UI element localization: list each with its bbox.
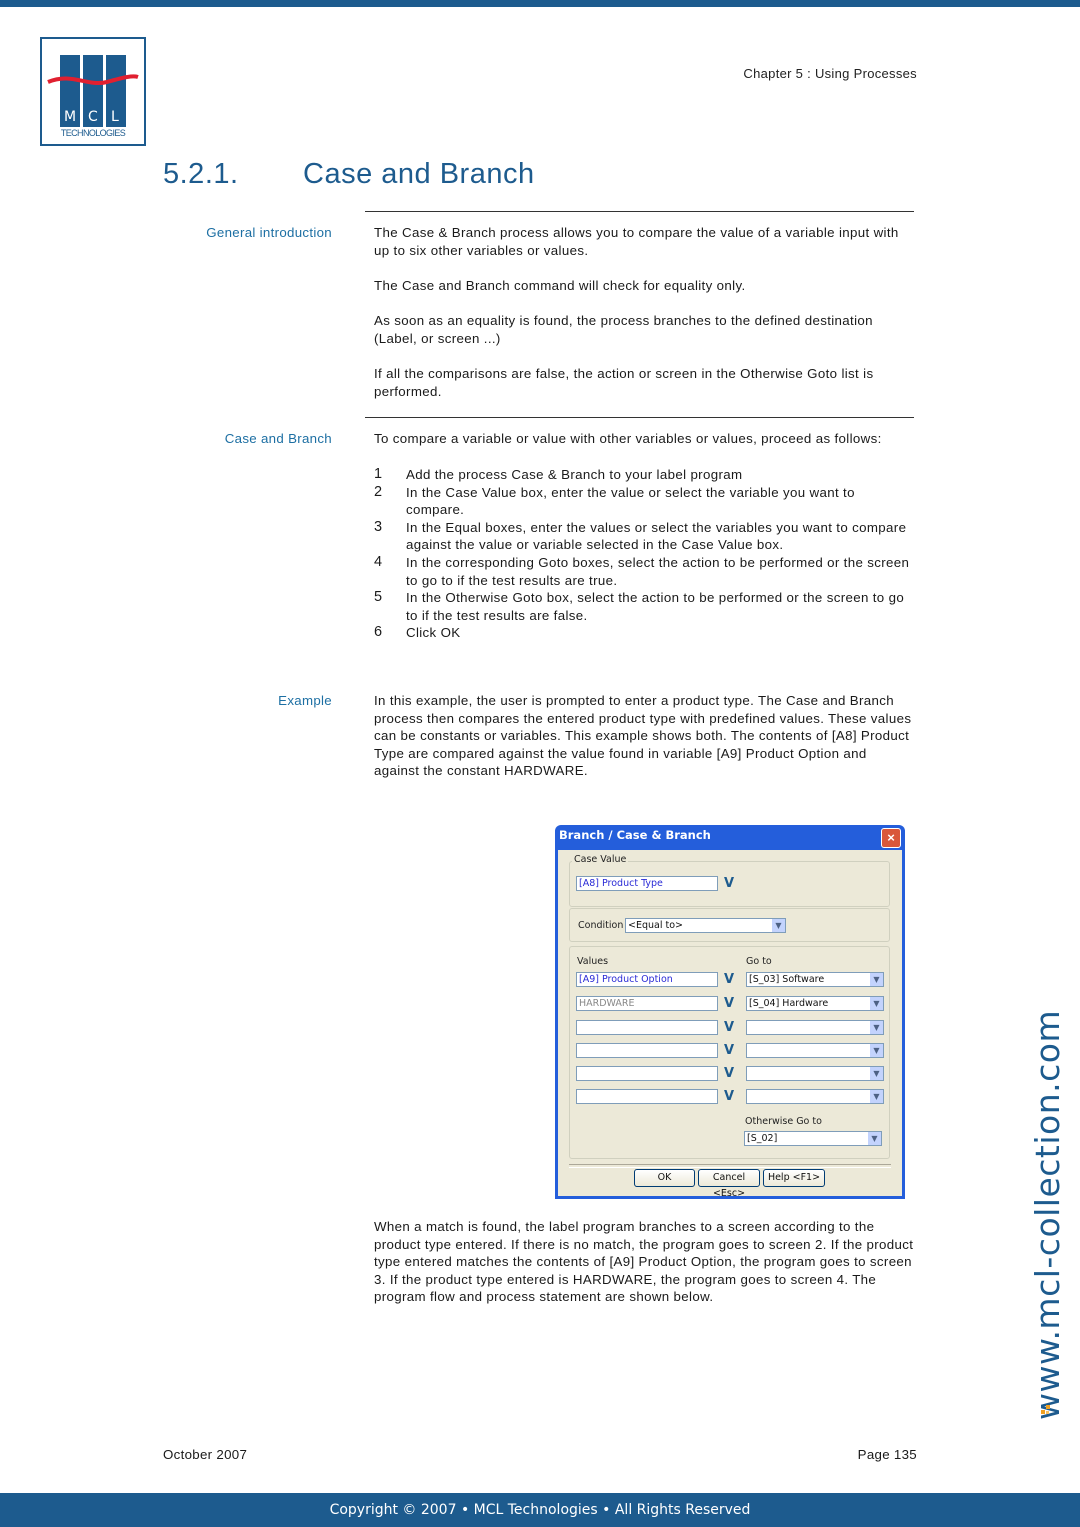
variable-select-icon[interactable]: V xyxy=(722,1089,736,1104)
chevron-down-icon[interactable]: ▼ xyxy=(870,1044,883,1057)
goto-value: [S_04] Hardware xyxy=(749,998,829,1009)
watermark-dots-icon xyxy=(1041,1405,1050,1414)
dialog-body: Case Value [A8] Product Type V Condition… xyxy=(558,850,902,1199)
condition-value: <Equal to> xyxy=(628,920,683,931)
variable-select-icon[interactable]: V xyxy=(722,876,736,891)
section-title: Case and Branch xyxy=(303,158,535,190)
top-bar xyxy=(0,0,1080,7)
chapter-header: Chapter 5 : Using Processes xyxy=(743,66,917,81)
value-input-2[interactable]: HARDWARE xyxy=(576,996,718,1011)
chevron-down-icon[interactable]: ▼ xyxy=(870,1067,883,1080)
footer-date: October 2007 xyxy=(163,1447,248,1462)
step-number: 5 xyxy=(374,589,383,606)
case-value-input[interactable]: [A8] Product Type xyxy=(576,876,718,891)
goto-value: [S_03] Software xyxy=(749,974,825,985)
chevron-down-icon[interactable]: ▼ xyxy=(870,1090,883,1103)
variable-select-icon[interactable]: V xyxy=(722,1020,736,1035)
variable-select-icon[interactable]: V xyxy=(722,972,736,987)
side-label-case-and-branch: Case and Branch xyxy=(224,431,332,446)
variable-select-icon[interactable]: V xyxy=(722,1043,736,1058)
side-label-example: Example xyxy=(278,693,332,708)
svg-text:M: M xyxy=(64,109,76,125)
step-number: 6 xyxy=(374,624,383,641)
values-label: Values xyxy=(577,956,609,967)
section-number: 5.2.1. xyxy=(163,158,239,190)
svg-text:L: L xyxy=(111,109,119,125)
mcl-logo: M C L TECHNOLOGIES xyxy=(40,37,146,146)
case-value-label: Case Value xyxy=(572,854,629,865)
page-number: Page 135 xyxy=(857,1447,917,1462)
dialog-title: Branch / Case & Branch xyxy=(559,828,711,842)
steps-intro: To compare a variable or value with othe… xyxy=(374,431,882,446)
steps-list: 1 Add the process Case & Branch to your l… xyxy=(374,466,914,642)
step-item: 5 In the Otherwise Goto box, select the a… xyxy=(374,589,914,624)
goto-select-5[interactable]: ▼ xyxy=(746,1066,884,1081)
value-input-5[interactable] xyxy=(576,1066,718,1081)
goto-label: Go to xyxy=(746,956,772,967)
section-divider xyxy=(365,417,914,418)
step-text: In the Equal boxes, enter the values or … xyxy=(406,519,907,553)
step-number: 3 xyxy=(374,518,383,535)
side-label-general-introduction: General introduction xyxy=(206,225,332,240)
otherwise-goto-select[interactable]: [S_02] ▼ xyxy=(744,1131,882,1146)
goto-select-1[interactable]: [S_03] Software ▼ xyxy=(746,972,884,987)
step-item: 1 Add the process Case & Branch to your l… xyxy=(374,466,914,484)
ok-button[interactable]: OK xyxy=(634,1169,695,1187)
website-watermark: www.mcl-collection.com xyxy=(1028,1009,1067,1420)
intro-paragraph: The Case and Branch command will check f… xyxy=(374,278,746,293)
step-text: Click OK xyxy=(406,625,461,641)
copyright-bar: Copyright © 2007 • MCL Technologies • Al… xyxy=(0,1493,1080,1527)
step-number: 4 xyxy=(374,553,383,570)
value-input-4[interactable] xyxy=(576,1043,718,1058)
step-item: 2 In the Case Value box, enter the value … xyxy=(374,484,914,519)
chevron-down-icon[interactable]: ▼ xyxy=(870,1021,883,1034)
step-text: In the Case Value box, enter the value o… xyxy=(406,484,855,518)
step-text: Add the process Case & Branch to your la… xyxy=(406,467,743,482)
chevron-down-icon[interactable]: ▼ xyxy=(870,997,883,1010)
case-branch-dialog: Branch / Case & Branch × Case Value [A8]… xyxy=(555,825,905,1199)
step-text: In the Otherwise Goto box, select the ac… xyxy=(406,590,905,623)
dialog-separator xyxy=(569,1164,891,1168)
variable-select-icon[interactable]: V xyxy=(722,996,736,1011)
example-after-paragraph: When a match is found, the label program… xyxy=(374,1219,914,1305)
intro-paragraph: As soon as an equality is found, the pro… xyxy=(374,313,873,346)
variable-select-icon[interactable]: V xyxy=(722,1066,736,1081)
condition-select[interactable]: <Equal to> ▼ xyxy=(625,918,786,933)
intro-paragraph: If all the comparisons are false, the ac… xyxy=(374,366,874,399)
goto-select-4[interactable]: ▼ xyxy=(746,1043,884,1058)
page-title: 5.2.1. Case and Branch xyxy=(163,158,535,191)
cancel-button[interactable]: Cancel <Esc> xyxy=(698,1169,760,1199)
otherwise-goto-value: [S_02] xyxy=(747,1133,778,1144)
example-paragraph: In this example, the user is prompted to… xyxy=(374,693,912,779)
goto-select-6[interactable]: ▼ xyxy=(746,1089,884,1104)
svg-text:TECHNOLOGIES: TECHNOLOGIES xyxy=(61,128,126,138)
section-divider xyxy=(365,211,914,212)
goto-select-2[interactable]: [S_04] Hardware ▼ xyxy=(746,996,884,1011)
step-item: 6 Click OK xyxy=(374,624,914,642)
step-number: 1 xyxy=(374,466,383,482)
close-icon[interactable]: × xyxy=(881,828,901,848)
otherwise-goto-label: Otherwise Go to xyxy=(745,1116,822,1127)
step-item: 4 In the corresponding Goto boxes, select… xyxy=(374,554,914,589)
step-number: 2 xyxy=(374,483,383,500)
value-input-3[interactable] xyxy=(576,1020,718,1035)
intro-paragraph: The Case & Branch process allows you to … xyxy=(374,225,899,258)
chevron-down-icon[interactable]: ▼ xyxy=(868,1132,881,1145)
svg-text:C: C xyxy=(88,109,98,125)
value-input-1[interactable]: [A9] Product Option xyxy=(576,972,718,987)
step-text: In the corresponding Goto boxes, select … xyxy=(406,554,910,588)
goto-select-3[interactable]: ▼ xyxy=(746,1020,884,1035)
chevron-down-icon[interactable]: ▼ xyxy=(772,919,785,932)
value-input-6[interactable] xyxy=(576,1089,718,1104)
step-item: 3 In the Equal boxes, enter the values or… xyxy=(374,519,914,554)
condition-label: Condition xyxy=(578,920,624,931)
chevron-down-icon[interactable]: ▼ xyxy=(870,973,883,986)
help-button[interactable]: Help <F1> xyxy=(763,1169,825,1187)
